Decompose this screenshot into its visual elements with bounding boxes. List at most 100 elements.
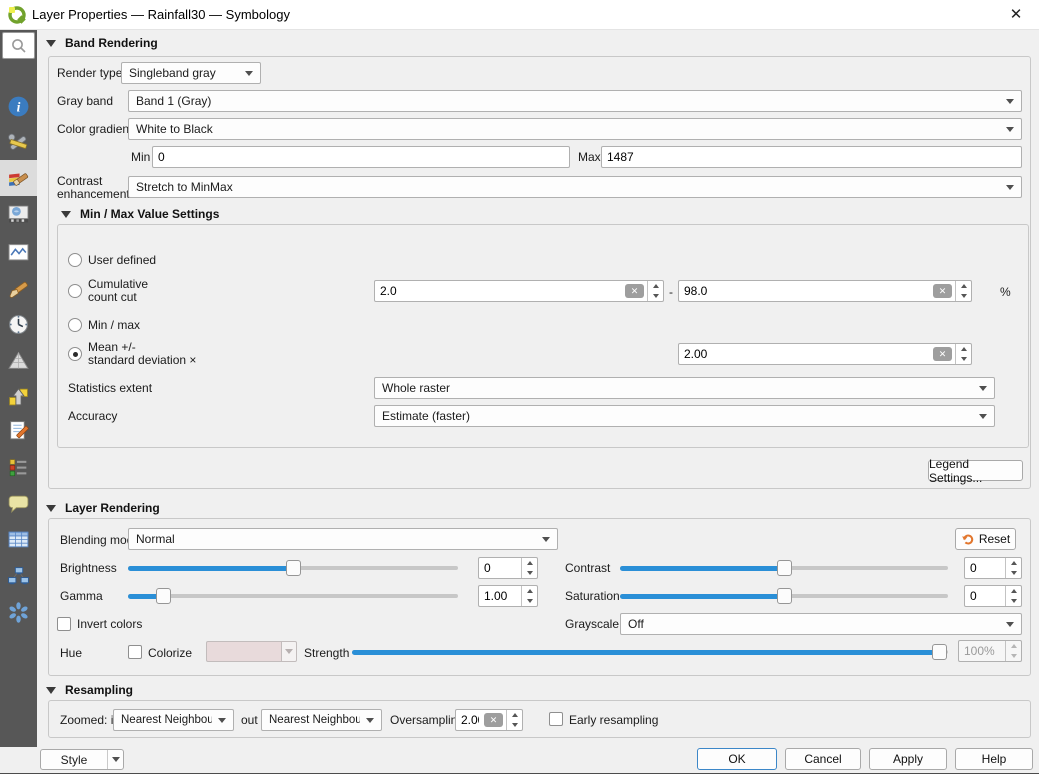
min-input[interactable] [152, 146, 570, 168]
clear-field-icon[interactable]: ✕ [933, 284, 952, 298]
clear-field-icon[interactable]: ✕ [484, 713, 503, 727]
accuracy-value: Estimate (faster) [382, 409, 973, 423]
contrast-spinbox[interactable] [964, 557, 1022, 579]
style-label: Style [41, 753, 107, 767]
spin-buttons[interactable] [506, 710, 522, 730]
sidebar-item-attribute-table[interactable] [0, 521, 37, 557]
brightness-label: Brightness [60, 562, 117, 575]
early-resampling-checkbox[interactable] [549, 712, 563, 726]
collapse-arrow-icon [46, 687, 56, 694]
spin-buttons[interactable] [1005, 558, 1021, 578]
grayscale-label: Grayscale [565, 618, 619, 631]
cumulative-min-spinbox[interactable]: ✕ [374, 280, 664, 302]
layer-rendering-title: Layer Rendering [65, 501, 160, 515]
blending-mode-combo[interactable]: Normal [128, 528, 558, 550]
help-button[interactable]: Help [955, 748, 1033, 770]
min-max-radio[interactable] [68, 318, 82, 332]
spin-buttons[interactable] [521, 558, 537, 578]
undo-arrow-icon [961, 533, 974, 546]
svg-text:i: i [17, 99, 21, 114]
invert-colors-checkbox[interactable] [57, 617, 71, 631]
render-type-combo[interactable]: Singleband gray [121, 62, 261, 84]
band-rendering-header[interactable]: Band Rendering [46, 35, 158, 51]
network-computers-icon [7, 565, 30, 588]
sidebar-item-transparency[interactable] [0, 196, 37, 232]
clear-field-icon[interactable]: ✕ [625, 284, 644, 298]
gamma-slider[interactable] [128, 588, 458, 604]
user-defined-radio[interactable] [68, 253, 82, 267]
zoomed-in-combo[interactable]: Nearest Neighbour [113, 709, 234, 731]
brightness-spinbox[interactable] [478, 557, 538, 579]
contrast-slider[interactable] [620, 560, 948, 576]
accuracy-combo[interactable]: Estimate (faster) [374, 405, 995, 427]
zoomed-out-combo[interactable]: Nearest Neighbour [261, 709, 382, 731]
accuracy-label: Accuracy [68, 410, 117, 423]
sidebar-item-histogram[interactable] [0, 234, 37, 270]
apply-button[interactable]: Apply [869, 748, 947, 770]
ok-button[interactable]: OK [697, 748, 777, 770]
resampling-header[interactable]: Resampling [46, 682, 133, 698]
gamma-label: Gamma [60, 590, 103, 603]
zoomed-in-label: Zoomed: in [60, 714, 120, 727]
style-button[interactable]: Style [40, 749, 124, 770]
spin-buttons[interactable] [1005, 586, 1021, 606]
style-dropdown-arrow[interactable] [107, 750, 123, 769]
slider-handle[interactable] [156, 588, 171, 604]
grayscale-combo[interactable]: Off [620, 613, 1022, 635]
layer-rendering-header[interactable]: Layer Rendering [46, 500, 160, 516]
colorize-checkbox[interactable] [128, 645, 142, 659]
sidebar-item-information[interactable]: i [0, 88, 37, 124]
spin-buttons[interactable] [955, 281, 971, 301]
spin-buttons[interactable] [647, 281, 663, 301]
slider-handle[interactable] [777, 560, 792, 576]
sidebar-item-symbology[interactable] [0, 160, 37, 196]
colorize-color-swatch[interactable] [206, 641, 282, 662]
sidebar-item-pyramids[interactable] [0, 342, 37, 378]
sidebar-item-metadata[interactable] [0, 412, 37, 448]
gamma-spinbox[interactable] [478, 585, 538, 607]
cumulative-count-cut-radio[interactable] [68, 284, 82, 298]
sidebar-item-legend[interactable] [0, 449, 37, 485]
chevron-down-icon [366, 718, 374, 723]
clock-icon [7, 313, 30, 336]
saturation-spinbox[interactable] [964, 585, 1022, 607]
cumulative-max-spinbox[interactable]: ✕ [678, 280, 972, 302]
slider-handle[interactable] [932, 644, 947, 660]
clear-field-icon[interactable]: ✕ [933, 347, 952, 361]
minmax-settings-header[interactable]: Min / Max Value Settings [61, 206, 219, 222]
spin-buttons[interactable] [521, 586, 537, 606]
oversampling-spinbox[interactable]: ✕ [455, 709, 523, 731]
saturation-label: Saturation [565, 590, 620, 603]
strength-spinbox[interactable] [958, 640, 1022, 662]
gray-band-combo[interactable]: Band 1 (Gray) [128, 90, 1022, 112]
strength-slider[interactable] [352, 644, 948, 660]
colorize-swatch-dropdown[interactable] [282, 641, 297, 662]
cancel-button[interactable]: Cancel [785, 748, 861, 770]
spin-buttons[interactable] [1005, 641, 1021, 661]
blending-mode-value: Normal [136, 532, 536, 546]
sidebar-item-rendering[interactable] [0, 270, 37, 306]
color-gradient-combo[interactable]: White to Black [128, 118, 1022, 140]
sidebar-item-elevation[interactable] [0, 378, 37, 414]
apply-label: Apply [893, 752, 923, 766]
spin-buttons[interactable] [955, 344, 971, 364]
gray-band-label: Gray band [57, 95, 113, 108]
statistics-extent-combo[interactable]: Whole raster [374, 377, 995, 399]
sidebar-item-display[interactable] [0, 485, 37, 521]
mean-std-radio[interactable] [68, 347, 82, 361]
close-button[interactable]: ✕ [999, 0, 1033, 30]
std-multiplier-spinbox[interactable]: ✕ [678, 343, 972, 365]
contrast-enhancement-combo[interactable]: Stretch to MinMax [128, 176, 1022, 198]
sidebar-item-external-plugin[interactable] [0, 594, 37, 630]
sidebar-item-temporal[interactable] [0, 306, 37, 342]
slider-handle[interactable] [777, 588, 792, 604]
brightness-slider[interactable] [128, 560, 458, 576]
sidebar-item-source[interactable] [0, 124, 37, 160]
sidebar-search-box[interactable] [2, 32, 35, 59]
saturation-slider[interactable] [620, 588, 948, 604]
slider-handle[interactable] [286, 560, 301, 576]
reset-button[interactable]: Reset [955, 528, 1016, 550]
max-input[interactable] [601, 146, 1022, 168]
legend-settings-button[interactable]: Legend Settings... [928, 460, 1023, 481]
sidebar-item-qgis-server[interactable] [0, 558, 37, 594]
